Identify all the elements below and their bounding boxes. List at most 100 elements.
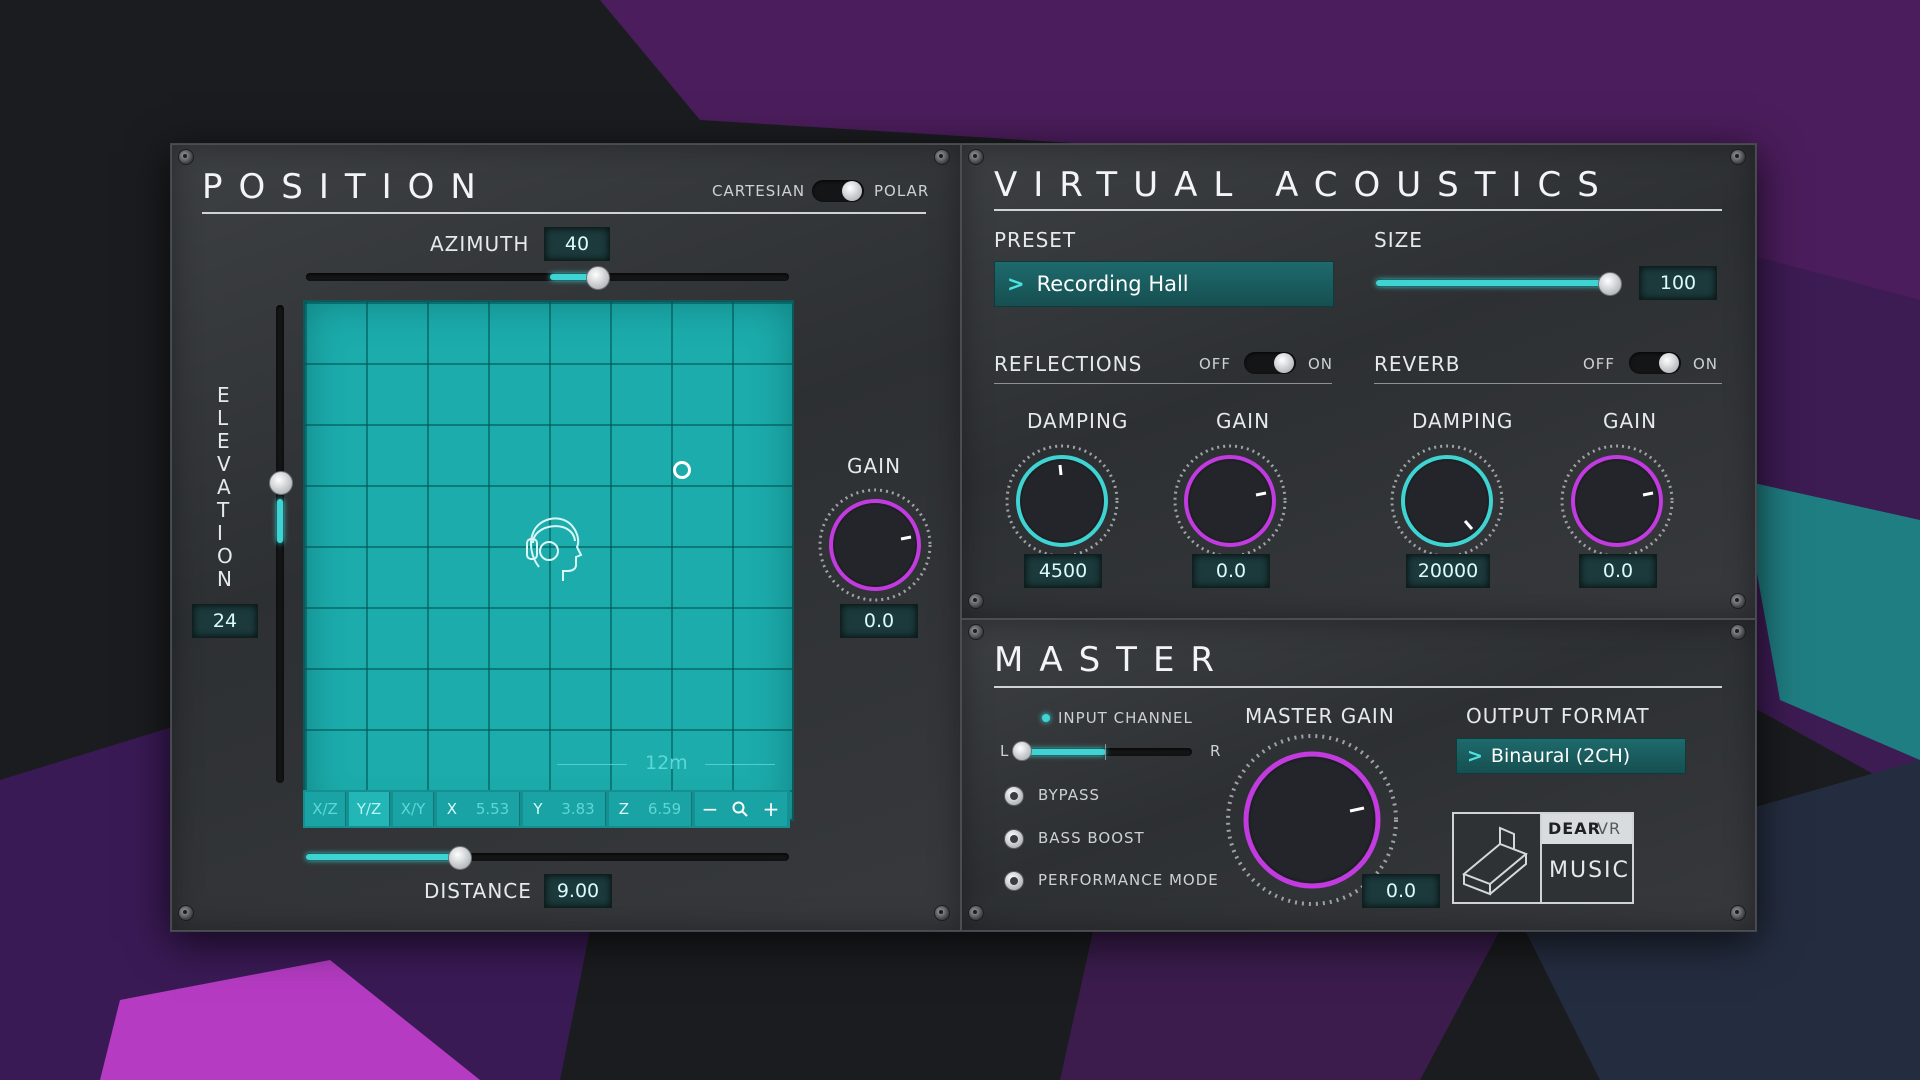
input-balance-thumb[interactable] xyxy=(1012,741,1032,761)
screw-icon xyxy=(968,149,984,165)
performance-mode-label: PERFORMANCE MODE xyxy=(1038,871,1219,889)
master-gain-label: MASTER GAIN xyxy=(1245,704,1395,728)
balance-center-mark xyxy=(1105,744,1106,760)
reverb-toggle[interactable] xyxy=(1629,352,1681,374)
azimuth-slider-thumb[interactable] xyxy=(586,266,610,290)
reverb-damping-value[interactable]: 20000 xyxy=(1406,554,1490,588)
position-gain-label: GAIN xyxy=(847,454,902,478)
sound-source-marker[interactable] xyxy=(673,461,691,479)
position-gain-knob[interactable] xyxy=(815,485,935,605)
title-divider xyxy=(994,686,1722,688)
size-slider-thumb[interactable] xyxy=(1598,272,1622,296)
reverb-on-label: ON xyxy=(1693,355,1719,373)
section-divider xyxy=(994,383,1332,384)
chevron-right-icon: > xyxy=(1007,272,1025,296)
reverb-damping-knob[interactable] xyxy=(1387,441,1507,561)
master-panel: MASTER INPUT CHANNEL L R BYPASS BASS BOO… xyxy=(961,619,1756,931)
screw-icon xyxy=(968,905,984,921)
zoom-out-button[interactable]: − xyxy=(695,792,726,826)
master-gain-value[interactable]: 0.0 xyxy=(1362,874,1440,908)
screw-icon xyxy=(934,905,950,921)
position-panel: POSITION CARTESIAN POLAR AZIMUTH 40 E L … xyxy=(171,144,961,931)
input-channel-indicator-icon xyxy=(1042,714,1050,722)
reverb-off-label: OFF xyxy=(1583,355,1616,373)
polar-label: POLAR xyxy=(874,182,930,200)
position-title: POSITION xyxy=(202,167,492,207)
coordinate-mode-toggle[interactable] xyxy=(812,180,864,202)
input-channel-label: INPUT CHANNEL xyxy=(1058,709,1193,727)
azimuth-value[interactable]: 40 xyxy=(544,227,610,261)
azimuth-label: AZIMUTH xyxy=(430,232,530,256)
yz-view-button[interactable]: Y/Z xyxy=(349,792,390,826)
listener-head-icon xyxy=(526,517,583,581)
reverb-gain-value[interactable]: 0.0 xyxy=(1579,554,1657,588)
pad-toolbar: X/Z Y/Z X/Y X 5.53 Y 3.83 Z 6.59 − + xyxy=(303,790,790,828)
reflections-damping-value[interactable]: 4500 xyxy=(1024,554,1102,588)
reverb-gain-knob[interactable] xyxy=(1557,441,1677,561)
reflections-damping-knob[interactable] xyxy=(1002,441,1122,561)
reflections-toggle[interactable] xyxy=(1244,352,1296,374)
reverb-gain-label: GAIN xyxy=(1603,409,1658,433)
master-title: MASTER xyxy=(994,640,1231,680)
bass-boost-radio[interactable] xyxy=(1004,829,1024,849)
output-format-label: OUTPUT FORMAT xyxy=(1466,704,1650,728)
preset-dropdown[interactable]: > Recording Hall xyxy=(994,261,1334,307)
screw-icon xyxy=(968,624,984,640)
elevation-slider-thumb[interactable] xyxy=(269,471,293,495)
reflections-gain-label: GAIN xyxy=(1216,409,1271,433)
reverb-label: REVERB xyxy=(1374,352,1461,376)
virtual-acoustics-panel: VIRTUAL ACOUSTICS PRESET > Recording Hall… xyxy=(961,144,1756,619)
dearvr-logo-mark-icon xyxy=(1462,826,1528,896)
zoom-icon[interactable] xyxy=(725,792,756,826)
screw-icon xyxy=(934,149,950,165)
reflections-off-label: OFF xyxy=(1199,355,1232,373)
screw-icon xyxy=(178,149,194,165)
reflections-gain-knob[interactable] xyxy=(1170,441,1290,561)
reflections-gain-value[interactable]: 0.0 xyxy=(1192,554,1270,588)
xz-view-button[interactable]: X/Z xyxy=(305,792,346,826)
size-label: SIZE xyxy=(1374,228,1423,252)
zoom-in-button[interactable]: + xyxy=(755,792,787,826)
scale-line xyxy=(705,764,775,765)
y-coordinate[interactable]: Y 3.83 xyxy=(523,792,606,826)
preset-value: Recording Hall xyxy=(1036,272,1189,296)
output-format-dropdown[interactable]: > Binaural (2CH) xyxy=(1456,738,1686,774)
position-gain-value[interactable]: 0.0 xyxy=(840,604,918,638)
y-coordinate-label: Y xyxy=(533,800,543,818)
bypass-radio[interactable] xyxy=(1004,786,1024,806)
scale-label: 12m xyxy=(645,752,688,774)
y-coordinate-value: 3.83 xyxy=(561,800,595,818)
title-divider xyxy=(994,209,1722,211)
azimuth-slider[interactable] xyxy=(306,273,789,281)
virtual-acoustics-title: VIRTUAL ACOUSTICS xyxy=(994,165,1615,205)
logo-vr-text: VR xyxy=(1597,819,1622,838)
x-coordinate-label: X xyxy=(446,800,458,818)
x-coordinate[interactable]: X 5.53 xyxy=(437,792,520,826)
bypass-label: BYPASS xyxy=(1038,786,1101,804)
scale-line xyxy=(557,764,627,765)
x-coordinate-value: 5.53 xyxy=(475,800,510,818)
performance-mode-radio[interactable] xyxy=(1004,871,1024,891)
distance-value[interactable]: 9.00 xyxy=(544,874,612,908)
chevron-right-icon: > xyxy=(1467,745,1483,767)
section-divider xyxy=(1374,383,1722,384)
screw-icon xyxy=(968,593,984,609)
xy-view-button[interactable]: X/Y xyxy=(393,792,434,826)
distance-label: DISTANCE xyxy=(424,879,532,903)
screw-icon xyxy=(1730,149,1746,165)
elevation-value[interactable]: 24 xyxy=(192,604,258,638)
z-coordinate-label: Z xyxy=(618,800,630,818)
balance-right-label: R xyxy=(1210,742,1222,760)
distance-slider-thumb[interactable] xyxy=(448,846,472,870)
size-value[interactable]: 100 xyxy=(1639,266,1717,300)
z-coordinate[interactable]: Z 6.59 xyxy=(609,792,692,826)
input-balance-slider[interactable] xyxy=(1020,748,1192,756)
size-slider[interactable] xyxy=(1376,279,1616,287)
dearvr-music-logo: DEAR VR MUSIC xyxy=(1452,812,1634,904)
elevation-slider[interactable] xyxy=(276,305,284,783)
screw-icon xyxy=(1730,593,1746,609)
screw-icon xyxy=(1730,624,1746,640)
position-pad[interactable]: 12m xyxy=(303,300,794,821)
preset-label: PRESET xyxy=(994,228,1077,252)
distance-slider[interactable] xyxy=(306,853,789,861)
